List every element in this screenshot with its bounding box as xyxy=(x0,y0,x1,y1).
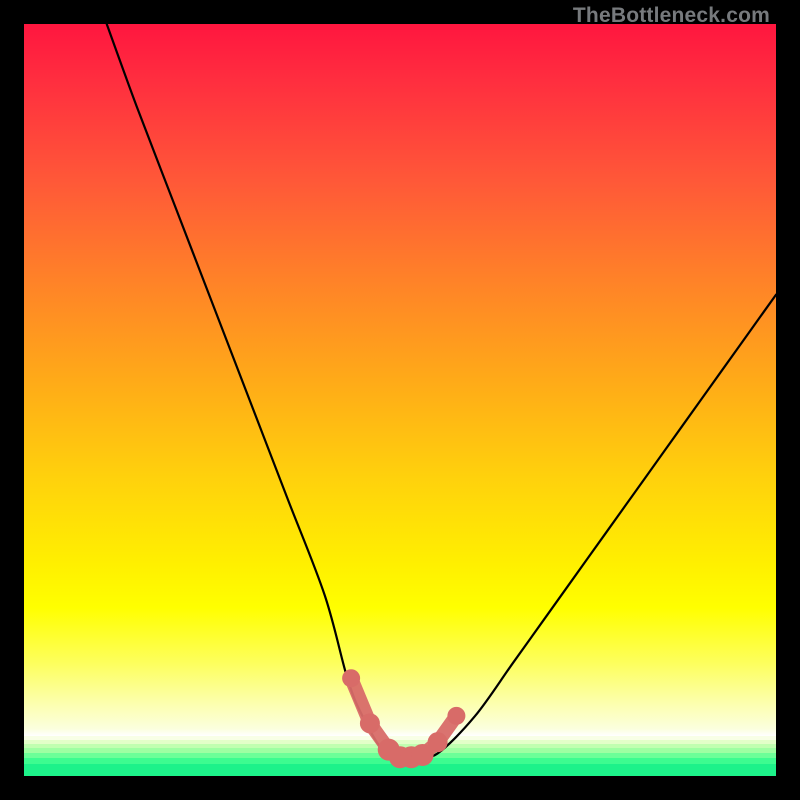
plot-area xyxy=(24,24,776,776)
chart-frame xyxy=(24,24,776,776)
gradient-band xyxy=(24,764,776,776)
gradient-background xyxy=(24,24,776,736)
